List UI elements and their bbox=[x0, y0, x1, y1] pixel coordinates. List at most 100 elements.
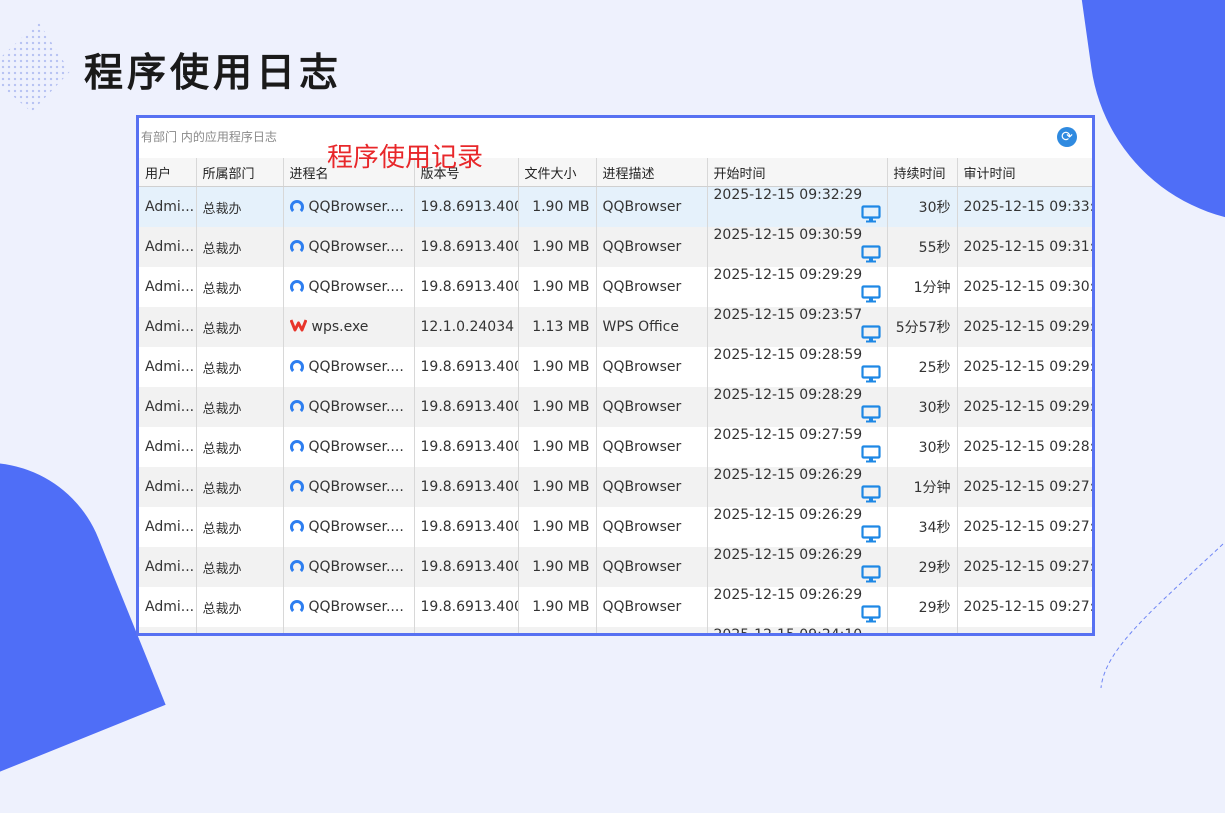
cell-dept: 总裁办 bbox=[196, 587, 284, 627]
cell-audit-time: 2025-12-15 09:31: bbox=[957, 227, 1092, 267]
table-row[interactable]: Admi...总裁办QQBrowser....19.8.6913.4001.90… bbox=[139, 627, 1092, 633]
cell-version: 19.8.6913.400 bbox=[414, 467, 519, 507]
cell-version: 19.8.6913.400 bbox=[414, 547, 519, 587]
table-row[interactable]: Admi...总裁办QQBrowser....19.8.6913.4001.90… bbox=[139, 507, 1092, 547]
qqbrowser-icon bbox=[289, 360, 304, 374]
window-subtitle: 有部门 内的应用程序日志 bbox=[141, 130, 277, 144]
process-name: QQBrowser.... bbox=[308, 279, 404, 295]
qqbrowser-icon bbox=[289, 520, 304, 534]
cell-version: 19.8.6913.400 bbox=[414, 387, 519, 427]
cell-dept: 总裁办 bbox=[196, 427, 284, 467]
monitor-icon[interactable] bbox=[860, 325, 881, 347]
table-row[interactable]: Admi...总裁办QQBrowser....19.8.6913.4001.90… bbox=[139, 387, 1092, 427]
page-title: 程序使用日志 bbox=[84, 51, 343, 96]
cell-start-time: 2025-12-15 09:24:10 bbox=[707, 627, 888, 633]
monitor-icon[interactable] bbox=[860, 365, 881, 387]
monitor-icon[interactable] bbox=[860, 445, 881, 467]
monitor-icon[interactable] bbox=[860, 405, 881, 427]
cell-start-time: 2025-12-15 09:26:29 bbox=[707, 587, 888, 627]
cell-process: QQBrowser.... bbox=[283, 427, 415, 467]
column-header-size[interactable]: 文件大小 bbox=[518, 158, 597, 187]
table-row[interactable]: Admi...总裁办QQBrowser....19.8.6913.4001.90… bbox=[139, 587, 1092, 627]
monitor-icon[interactable] bbox=[860, 565, 881, 587]
cell-start-time: 2025-12-15 09:26:29 bbox=[707, 547, 888, 587]
cell-duration: 30秒 bbox=[887, 186, 958, 227]
cell-start-time: 2025-12-15 09:32:29 bbox=[707, 186, 888, 227]
cell-user: Admi... bbox=[139, 587, 197, 627]
monitor-icon[interactable] bbox=[860, 285, 881, 307]
cell-size: 1.90 MB bbox=[518, 627, 597, 633]
cell-size: 1.90 MB bbox=[518, 507, 597, 547]
cell-dept: 总裁办 bbox=[196, 227, 284, 267]
qqbrowser-icon bbox=[289, 400, 304, 414]
cell-process: wps.exe bbox=[283, 307, 415, 347]
monitor-icon[interactable] bbox=[860, 205, 881, 227]
cell-process: QQBrowser.... bbox=[283, 267, 415, 307]
cell-description: QQBrowser bbox=[596, 507, 708, 547]
monitor-icon[interactable] bbox=[860, 245, 881, 267]
table-row[interactable]: Admi...总裁办QQBrowser....19.8.6913.4001.90… bbox=[139, 547, 1092, 587]
cell-dept: 总裁办 bbox=[196, 186, 284, 227]
column-header-duration[interactable]: 持续时间 bbox=[887, 158, 958, 187]
monitor-icon[interactable] bbox=[860, 485, 881, 507]
cell-user: Admi... bbox=[139, 186, 197, 227]
cell-audit-time: 2025-12-15 09:28: bbox=[957, 427, 1092, 467]
cell-start-time: 2025-12-15 09:29:29 bbox=[707, 267, 888, 307]
program-log-table: 用户 所属部门 进程名 版本号 文件大小 进程描述 开始时间 持续时间 审计时间 Admi...… bbox=[139, 158, 1092, 633]
table-row[interactable]: Admi...总裁办QQBrowser....19.8.6913.4001.90… bbox=[139, 427, 1092, 467]
cell-process: QQBrowser.... bbox=[283, 467, 415, 507]
cell-start-time: 2025-12-15 09:28:29 bbox=[707, 387, 888, 427]
column-header-description[interactable]: 进程描述 bbox=[596, 158, 708, 187]
column-header-user[interactable]: 用户 bbox=[139, 158, 197, 187]
table-row[interactable]: Admi...总裁办QQBrowser....19.8.6913.4001.90… bbox=[139, 227, 1092, 267]
cell-version: 19.8.6913.400 bbox=[414, 627, 519, 633]
table-row[interactable]: Admi...总裁办QQBrowser....19.8.6913.4001.90… bbox=[139, 186, 1092, 227]
cell-user: Admi... bbox=[139, 387, 197, 427]
qqbrowser-icon bbox=[289, 440, 304, 454]
cell-version: 19.8.6913.400 bbox=[414, 587, 519, 627]
column-header-dept[interactable]: 所属部门 bbox=[196, 158, 284, 187]
start-time-text: 2025-12-15 09:28:29 bbox=[713, 387, 863, 403]
table-row[interactable]: Admi...总裁办QQBrowser....19.8.6913.4001.90… bbox=[139, 267, 1092, 307]
table-row[interactable]: Admi...总裁办QQBrowser....19.8.6913.4001.90… bbox=[139, 347, 1092, 387]
process-name: QQBrowser.... bbox=[308, 399, 404, 415]
cell-audit-time: 2025-12-15 09:30: bbox=[957, 267, 1092, 307]
cell-process: QQBrowser.... bbox=[283, 387, 415, 427]
monitor-icon[interactable] bbox=[860, 605, 881, 627]
start-time-text: 2025-12-15 09:30:59 bbox=[713, 227, 863, 243]
cell-audit-time: 2025-12-15 09:26: bbox=[957, 627, 1092, 633]
cell-audit-time: 2025-12-15 09:29: bbox=[957, 307, 1092, 347]
cell-dept: 总裁办 bbox=[196, 347, 284, 387]
cell-duration: 29秒 bbox=[887, 547, 958, 587]
cell-size: 1.90 MB bbox=[518, 227, 597, 267]
monitor-icon[interactable] bbox=[860, 525, 881, 547]
cell-duration: 30秒 bbox=[887, 387, 958, 427]
process-name: QQBrowser.... bbox=[308, 439, 404, 455]
decorative-shape-top-right bbox=[1076, 0, 1225, 246]
start-time-text: 2025-12-15 09:26:29 bbox=[713, 507, 863, 523]
table-row[interactable]: Admi...总裁办QQBrowser....19.8.6913.4001.90… bbox=[139, 467, 1092, 507]
cell-duration: 1分钟 bbox=[887, 467, 958, 507]
column-header-start-time[interactable]: 开始时间 bbox=[707, 158, 888, 187]
refresh-icon[interactable]: ⟳ bbox=[1057, 127, 1077, 147]
cell-version: 12.1.0.24034 bbox=[414, 307, 519, 347]
cell-description: QQBrowser bbox=[596, 387, 708, 427]
column-header-audit-time[interactable]: 审计时间 bbox=[957, 158, 1092, 187]
cell-audit-time: 2025-12-15 09:27: bbox=[957, 587, 1092, 627]
start-time-text: 2025-12-15 09:26:29 bbox=[713, 467, 863, 483]
cell-version: 19.8.6913.400 bbox=[414, 427, 519, 467]
cell-size: 1.90 MB bbox=[518, 427, 597, 467]
cell-dept: 总裁办 bbox=[196, 307, 284, 347]
cell-audit-time: 2025-12-15 09:27: bbox=[957, 467, 1092, 507]
cell-user: Admi... bbox=[139, 467, 197, 507]
start-time-text: 2025-12-15 09:27:59 bbox=[713, 427, 863, 443]
cell-duration: 30秒 bbox=[887, 427, 958, 467]
qqbrowser-icon bbox=[289, 280, 304, 294]
process-name: QQBrowser.... bbox=[308, 359, 404, 375]
cell-audit-time: 2025-12-15 09:33: bbox=[957, 186, 1092, 227]
cell-description: QQBrowser bbox=[596, 467, 708, 507]
qqbrowser-icon bbox=[289, 600, 304, 614]
table-row[interactable]: Admi... 总裁办 wps.exe 12.1.0.24034 1.13 MB WPS … bbox=[139, 307, 1092, 347]
qqbrowser-icon bbox=[289, 200, 304, 214]
cell-description: QQBrowser bbox=[596, 587, 708, 627]
